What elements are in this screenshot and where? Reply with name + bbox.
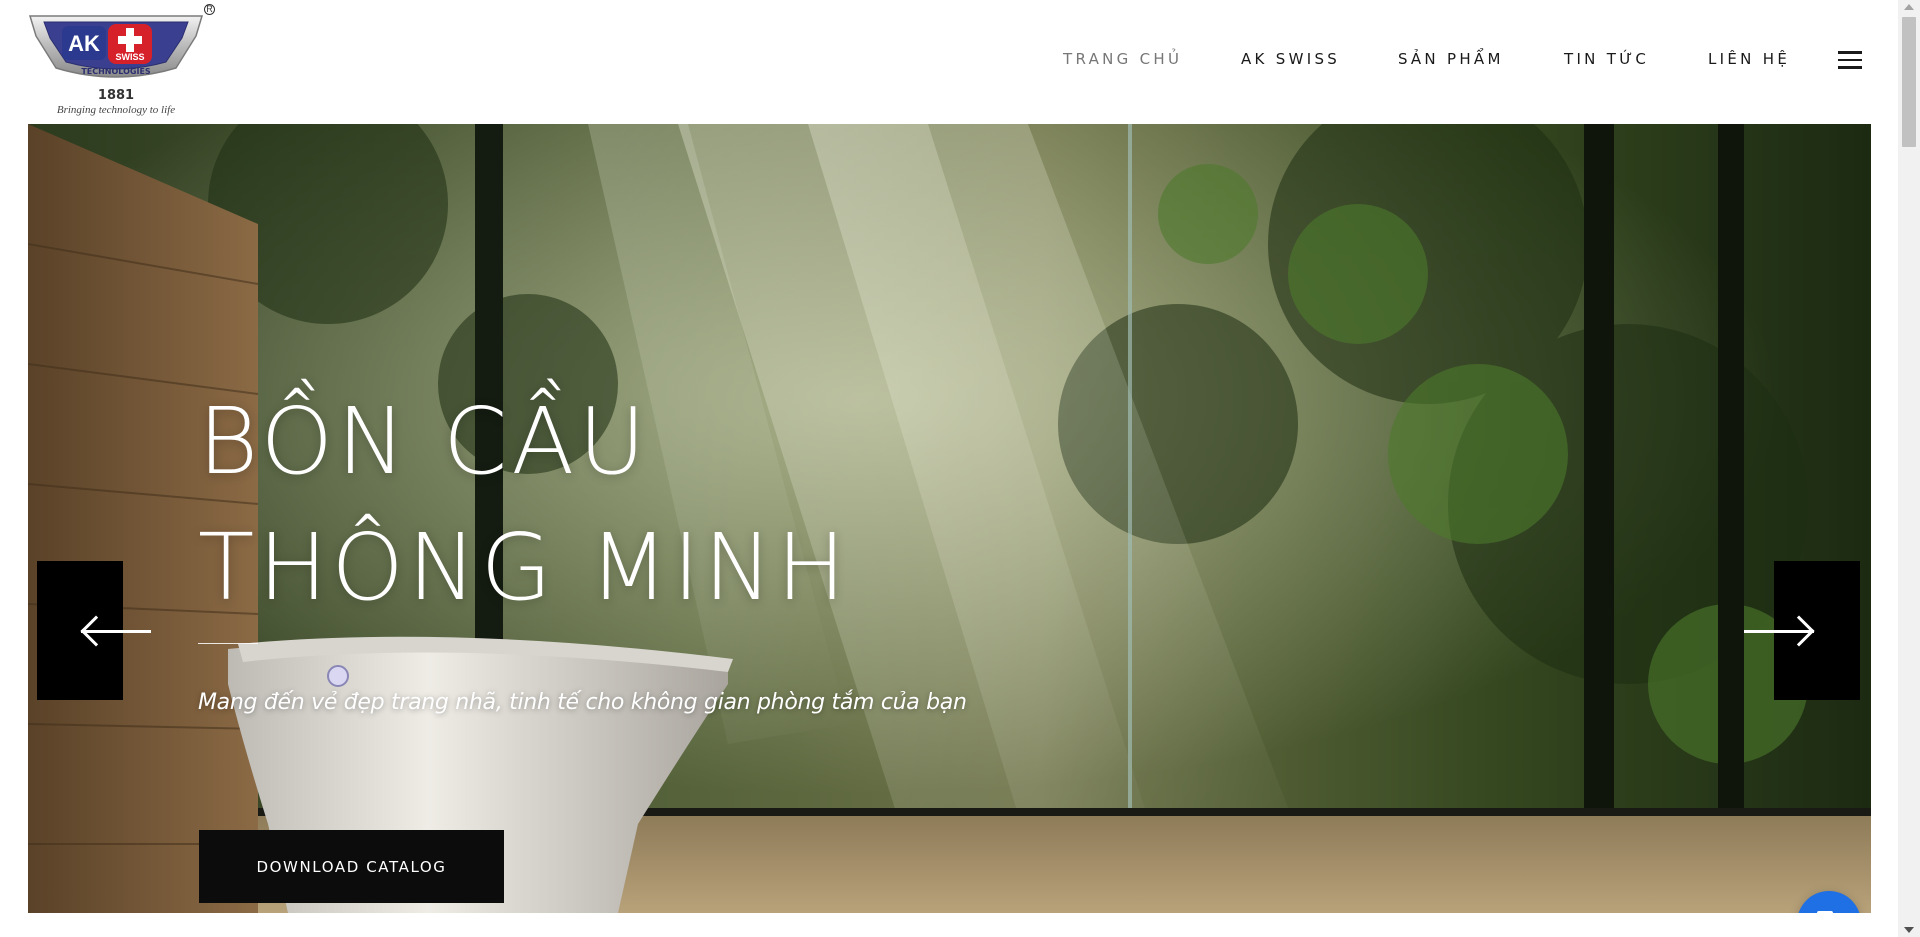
logo-badge: SWISS [115, 52, 144, 62]
hamburger-menu-icon[interactable] [1838, 51, 1862, 69]
site-header: AK SWISS TECHNOLOGIES 1881 Bringing tech… [0, 0, 1898, 124]
nav-item-home[interactable]: TRANG CHỦ [1063, 50, 1182, 68]
download-catalog-button[interactable]: DOWNLOAD CATALOG [199, 830, 504, 903]
logo-year: 1881 [97, 88, 135, 103]
logo-tagline: Bringing technology to life [56, 104, 176, 116]
scrollbar-thumb[interactable] [1902, 17, 1916, 147]
slider-prev-button[interactable] [37, 561, 151, 700]
nav-item-news[interactable]: TIN TỨC [1564, 50, 1649, 68]
hero-subtitle: Mang đến vẻ đẹp trang nhã, tinh tế cho k… [198, 690, 967, 715]
logo-arc-text: TECHNOLOGIES [81, 67, 151, 76]
hero-title-line-2: THÔNG MINH [198, 514, 850, 621]
nav-item-ak-swiss[interactable]: AK SWISS [1241, 50, 1340, 68]
brand-logo[interactable]: AK SWISS TECHNOLOGIES 1881 Bringing tech… [26, 4, 215, 118]
registered-mark: R [204, 4, 215, 15]
nav-item-products[interactable]: SẢN PHẨM [1398, 50, 1504, 68]
logo-text: AK [68, 31, 100, 56]
hero-title-line-1: BỒN CẦU [198, 388, 650, 495]
logo-emblem: AK SWISS TECHNOLOGIES [28, 15, 204, 78]
hero-title: BỒN CẦU THÔNG MINH [198, 379, 850, 631]
hero-slider: BỒN CẦU THÔNG MINH Mang đến vẻ đẹp trang… [28, 124, 1871, 913]
slider-next-button[interactable] [1744, 561, 1860, 700]
scroll-up-arrow-icon[interactable] [1904, 4, 1914, 10]
nav-item-contact[interactable]: LIÊN HỆ [1708, 50, 1790, 68]
hero-divider [198, 643, 258, 644]
scroll-down-arrow-icon[interactable] [1904, 927, 1914, 933]
page-scrollbar[interactable] [1898, 0, 1920, 937]
chat-bubbles-icon [1817, 911, 1833, 913]
